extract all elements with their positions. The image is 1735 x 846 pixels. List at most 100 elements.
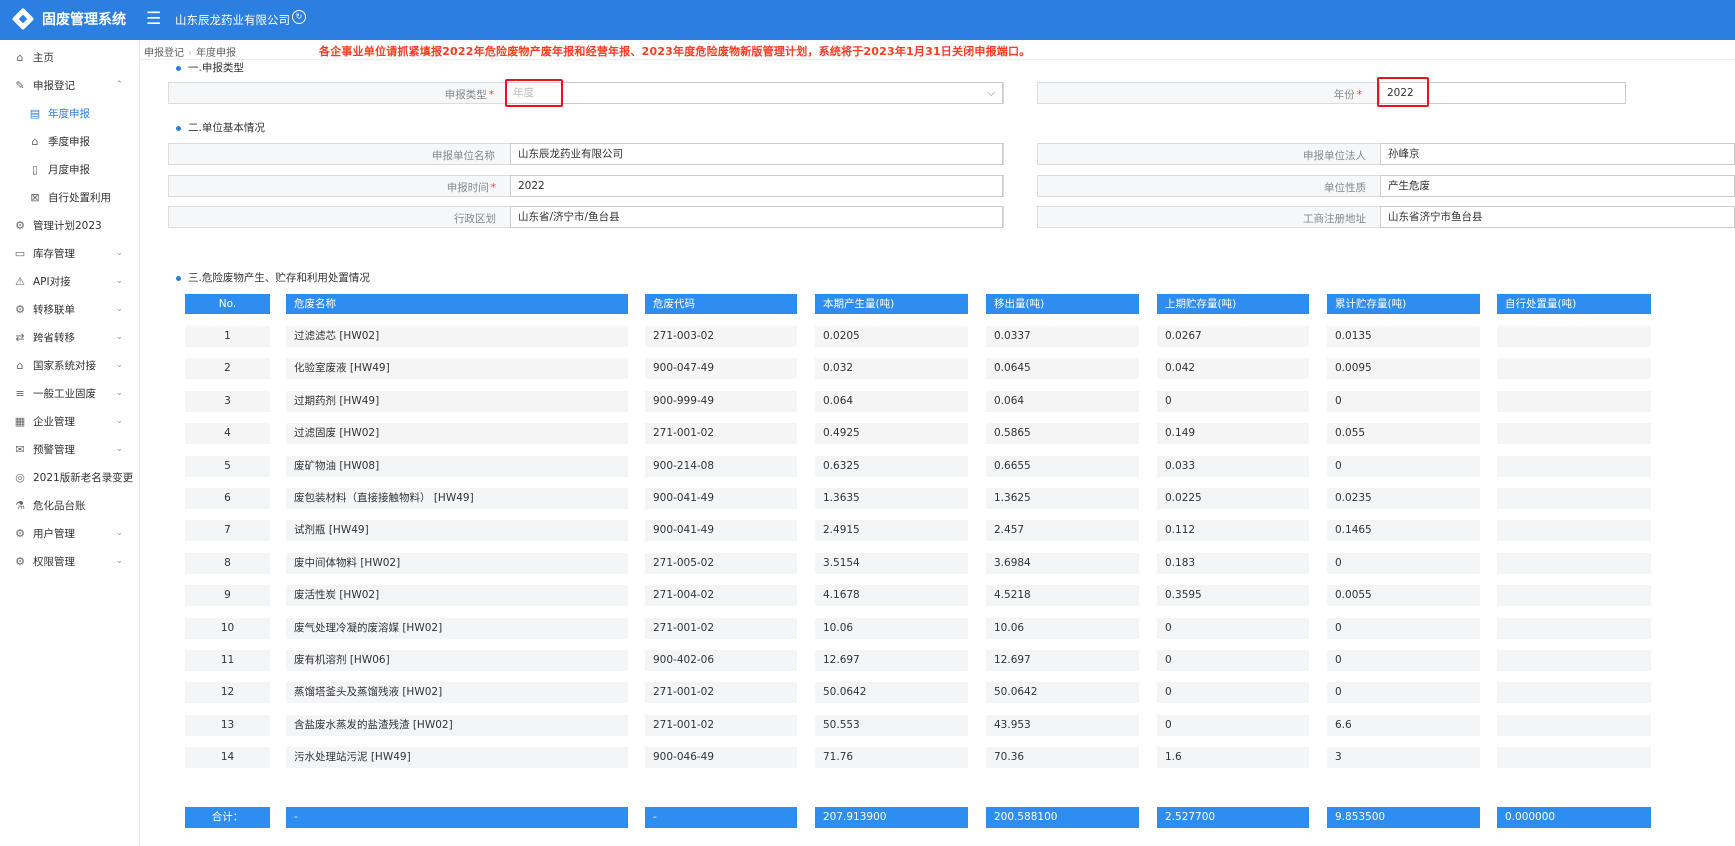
chevron-down-icon[interactable]: ⌵ [987,86,995,100]
sidebar-item-label: 跨省转移 [33,331,75,344]
sidebar-item-label: 用户管理 [33,527,75,540]
edit-icon: ✎ [15,78,25,92]
table-cell [1497,520,1651,542]
address-input[interactable]: 山东省济宁市鱼台县 [1380,206,1735,228]
column-header: 危废名称 [286,294,628,314]
transfer-icon: ⚙ [15,302,25,316]
sidebar-item-4[interactable]: ▯ 月度申报 [0,156,139,182]
table-cell: 12 [185,682,270,704]
time-input[interactable]: 2022 [510,175,1003,197]
table-cell: 废有机溶剂 [HW06] [286,650,628,671]
sidebar-item-14[interactable]: ✉ 预警管理 ⌄ [0,436,139,462]
mail-icon: ✉ [15,442,25,456]
column-header: 危废代码 [645,294,797,314]
brand[interactable]: 固废管理系统 [11,7,126,31]
table-cell: 900-402-06 [645,650,797,671]
column-header: No. [185,294,270,314]
table-cell [1497,617,1651,639]
chevron-down-icon[interactable]: ⌄ [115,248,123,258]
table-cell: 271-001-02 [645,617,797,639]
refresh-icon[interactable]: ↻ [292,10,306,24]
sidebar-item-12[interactable]: ≡ 一般工业固废 ⌄ [0,380,139,406]
breadcrumb-bar: 申报登记 › 年度申报 各企事业单位请抓紧填报2022年危险废物产废年报和经营年报、… [141,40,1735,60]
table-cell: 0 [1327,682,1480,704]
breadcrumb: 申报登记 › 年度申报 [144,44,236,59]
table-cell: 13 [185,714,270,736]
sidebar-item-label: 一般工业固废 [33,387,96,400]
sidebar-item-6[interactable]: ⚙ 管理计划2023 [0,212,139,238]
sidebar-item-label: 申报登记 [33,79,75,92]
sidebar-item-9[interactable]: ⚙ 转移联单 ⌄ [0,296,139,322]
chevron-down-icon[interactable]: ⌄ [115,388,123,398]
table-cell [1497,326,1651,347]
table-cell: 废矿物油 [HW08] [286,455,628,477]
sidebar-item-1[interactable]: ✎ 申报登记 ⌃ [0,72,139,98]
sidebar-item-7[interactable]: ▭ 库存管理 ⌄ [0,240,139,266]
sidebar-item-10[interactable]: ⇄ 跨省转移 ⌄ [0,324,139,350]
table-cell [1497,585,1651,607]
table-cell: 0.064 [815,390,968,412]
document-icon: ▯ [31,162,39,176]
unit-name-input[interactable]: 山东辰龙药业有限公司 [510,143,1003,165]
table-cell: 14 [185,747,270,769]
column-header: 移出量(吨) [986,294,1139,314]
chevron-down-icon[interactable]: ⌄ [115,444,123,454]
sidebar-item-3[interactable]: ⌂ 季度申报 [0,128,139,154]
table-cell: 3.6984 [986,552,1139,574]
gear-plan-icon: ⚙ [15,218,25,232]
chevron-down-icon[interactable]: ⌄ [115,416,123,426]
box-icon: ▭ [14,246,26,260]
chevron-down-icon[interactable]: ⌄ [115,304,123,314]
table-cell: 蒸馏塔釜头及蒸馏残液 [HW02] [286,682,628,704]
chevron-down-icon[interactable]: ⌄ [115,556,123,566]
chevron-down-icon[interactable]: ⌄ [115,528,123,538]
sidebar-item-17[interactable]: ⚙ 用户管理 ⌄ [0,520,139,546]
nature-input[interactable]: 产生危废 [1380,175,1735,197]
table-cell [1497,682,1651,704]
menu-toggle-icon[interactable]: ☰ [146,9,161,29]
highlight-box-year [1377,77,1429,107]
sidebar-item-label: 危化品台账 [33,499,86,512]
legal-input[interactable]: 孙峰京 [1380,143,1735,165]
sidebar-item-15[interactable]: ◎ 2021版新老名录变更 [0,464,139,490]
total-cell: - [286,807,628,828]
column-header: 上期贮存量(吨) [1157,294,1309,314]
sidebar-item-11[interactable]: ⌂ 国家系统对接 ⌄ [0,352,139,378]
sidebar-item-18[interactable]: ⚙ 权限管理 ⌄ [0,548,139,574]
table-cell: 271-004-02 [645,585,797,607]
total-cell: - [645,807,797,828]
sidebar-item-2[interactable]: ▤ 年度申报 [0,100,139,126]
sidebar-item-0[interactable]: ⌂ 主页 [0,44,139,70]
table-cell: 900-999-49 [645,390,797,412]
sidebar-item-label: 权限管理 [33,555,75,568]
table-cell: 71.76 [815,747,968,769]
chevron-down-icon[interactable]: ⌄ [115,276,123,286]
chevron-down-icon[interactable]: ⌄ [115,332,123,342]
table-cell: 43.953 [986,714,1139,736]
company-name: 山东辰龙药业有限公司 [175,13,290,27]
region-input[interactable]: 山东省/济宁市/鱼台县 [510,206,1003,228]
table-cell: 900-041-49 [645,488,797,509]
chevron-up-icon[interactable]: ⌃ [115,80,123,90]
table-cell: 试剂瓶 [HW49] [286,520,628,542]
sidebar-item-13[interactable]: ▦ 企业管理 ⌄ [0,408,139,434]
sidebar-item-16[interactable]: ⚗ 危化品台账 [0,492,139,518]
type-select[interactable]: 年度 [505,82,1003,104]
bullet-icon [176,275,181,281]
table-cell: 含盐废水蒸发的盐渣残渣 [HW02] [286,714,628,736]
table-cell: 50.0642 [815,682,968,704]
chevron-down-icon[interactable]: ⌄ [115,360,123,370]
sidebar-item-label: 库存管理 [33,247,75,260]
list-icon: ≡ [15,386,25,400]
address-label: 工商注册地址 [1303,213,1366,225]
breadcrumb-level1[interactable]: 申报登记 [144,48,184,59]
warning-icon: ⚠ [15,274,25,288]
sidebar-item-5[interactable]: ⊠ 自行处置利用 [0,184,139,210]
table-cell: 0.055 [1327,423,1480,445]
table-cell: 废中间体物料 [HW02] [286,552,628,574]
breadcrumb-level2: 年度申报 [196,48,236,59]
table-cell: 9 [185,585,270,607]
table-cell: 0.0225 [1157,488,1309,509]
sidebar-item-8[interactable]: ⚠ API对接 ⌄ [0,268,139,294]
legal-label: 申报单位法人 [1303,150,1366,162]
